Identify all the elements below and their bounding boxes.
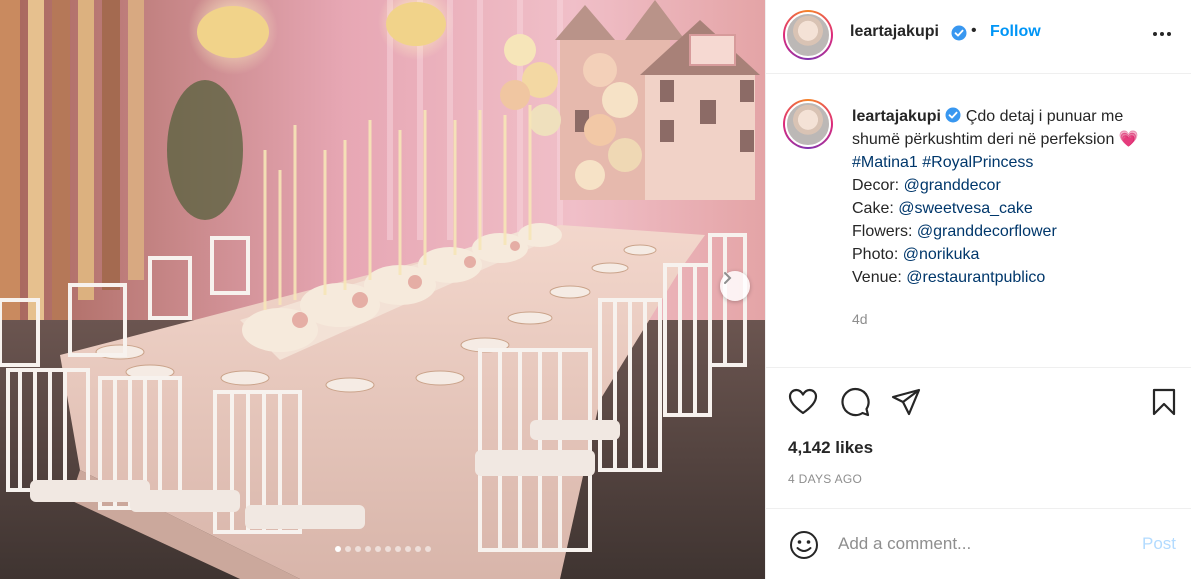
caption-text: Çdo detaj i punuar me [965, 108, 1124, 125]
caption-hashtags[interactable]: #Matina1 #RoyalPrincess [852, 151, 1182, 174]
author-username[interactable]: leartajakupi [850, 23, 939, 41]
post-date[interactable]: 4 DAYS AGO [788, 472, 862, 486]
carousel-dot [394, 546, 401, 552]
credit-cake: Cake: @sweetvesa_cake [852, 200, 1033, 217]
carousel-dot [424, 546, 431, 552]
emoji-icon[interactable] [788, 529, 820, 561]
share-icon[interactable] [890, 386, 922, 418]
carousel-dot [374, 546, 381, 552]
carousel-dot [404, 546, 411, 552]
likes-count[interactable]: 4,142 likes [788, 438, 873, 458]
follow-button[interactable]: Follow [990, 23, 1041, 41]
credit-photo: Photo: @norikuka [852, 246, 980, 263]
verified-badge-icon [945, 107, 961, 123]
carousel-indicator [0, 546, 765, 552]
carousel-dot [344, 546, 351, 552]
caption-author-avatar[interactable] [783, 99, 833, 149]
carousel-dot [364, 546, 371, 552]
verified-badge-icon [951, 25, 967, 41]
post-caption: leartajakupi Çdo detaj i punuar me shumë… [852, 105, 1182, 289]
separator-dot: • [971, 22, 977, 39]
comment-icon[interactable] [839, 386, 871, 418]
carousel-dot [354, 546, 361, 552]
photo-illustration [0, 0, 765, 579]
more-options-icon[interactable] [1150, 22, 1174, 46]
caption-username[interactable]: leartajakupi [852, 108, 941, 125]
credit-flowers: Flowers: @granddecorflower [852, 223, 1057, 240]
caption-timestamp[interactable]: 4d [852, 311, 868, 327]
comment-input[interactable] [838, 531, 1128, 557]
add-comment-bar: Post [766, 508, 1191, 579]
divider [766, 367, 1191, 368]
chevron-right-icon [724, 272, 732, 284]
caption-text-cont: shumë përkushtim deri në perfeksion [852, 131, 1115, 148]
post-photo[interactable] [0, 0, 765, 579]
carousel-dot [414, 546, 421, 552]
credit-decor: Decor: @granddecor [852, 177, 1001, 194]
bookmark-icon[interactable] [1148, 386, 1180, 418]
heart-icon[interactable] [787, 386, 819, 418]
carousel-dot [384, 546, 391, 552]
carousel-dot [334, 546, 341, 552]
post-side-panel: leartajakupi • Follow leartajakupi Çdo d… [765, 0, 1191, 579]
post-comment-button[interactable]: Post [1142, 534, 1176, 554]
credit-venue: Venue: @restaurantpublico [852, 269, 1046, 286]
post-header: leartajakupi • Follow [766, 0, 1191, 74]
heart-emoji: 💗 [1118, 131, 1139, 148]
next-image-button[interactable] [720, 271, 750, 301]
author-avatar[interactable] [783, 10, 833, 60]
